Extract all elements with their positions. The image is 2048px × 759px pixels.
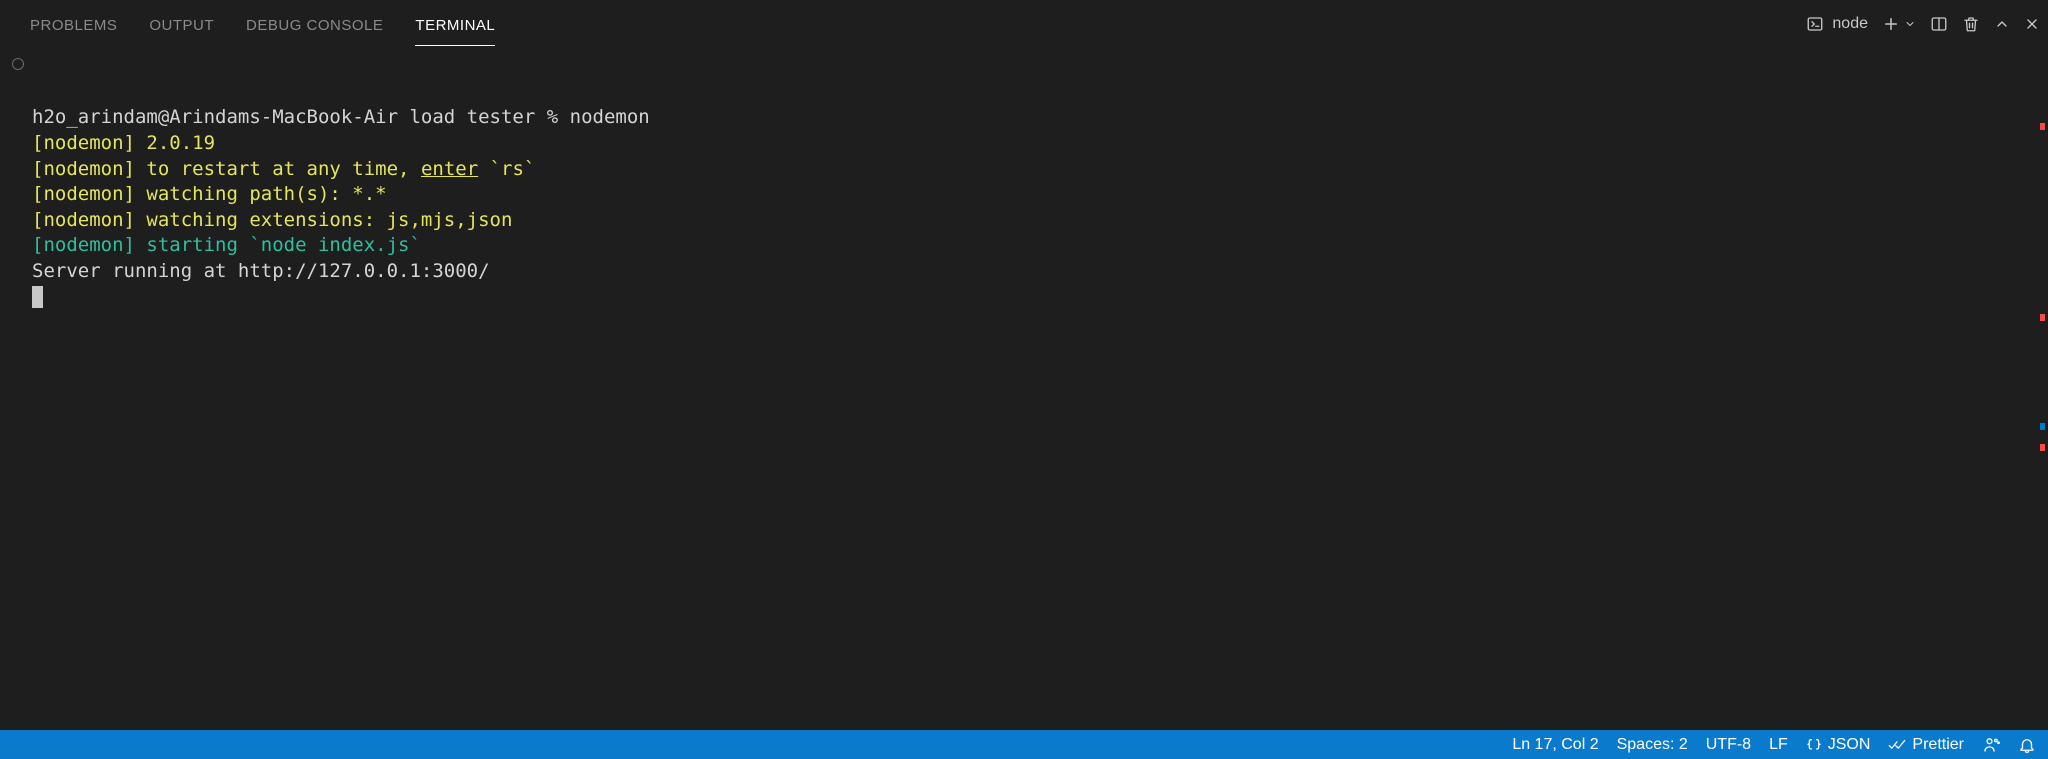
terminal-profile-label: node — [1832, 15, 1868, 33]
kill-terminal-button[interactable] — [1962, 15, 1980, 33]
status-bar: Ln 17, Col 2 Spaces: 2 UTF-8 LF JSON Pre… — [0, 730, 2048, 759]
status-encoding[interactable]: UTF-8 — [1706, 736, 1751, 754]
overview-mark — [2040, 314, 2045, 321]
braces-icon — [1806, 737, 1822, 753]
panel-close-button[interactable] — [2024, 16, 2040, 32]
prettier-check-icon — [1888, 738, 1906, 752]
tab-terminal[interactable]: TERMINAL — [415, 3, 495, 46]
panel-header: PROBLEMS OUTPUT DEBUG CONSOLE TERMINAL n… — [0, 0, 2048, 48]
status-cursor-position[interactable]: Ln 17, Col 2 — [1512, 736, 1598, 754]
terminal-output[interactable]: h2o_arindam@Arindams-MacBook-Air load te… — [0, 48, 2048, 730]
new-terminal-button[interactable] — [1882, 15, 1900, 33]
overview-ruler — [2039, 48, 2045, 730]
nodemon-version-line: [nodemon] 2.0.19 — [32, 132, 215, 154]
feedback-icon — [1982, 736, 2000, 754]
terminal-actions: node — [1806, 15, 2040, 33]
tab-debug-console[interactable]: DEBUG CONSOLE — [246, 3, 383, 46]
status-formatter-label: Prettier — [1912, 736, 1964, 754]
overview-mark — [2040, 444, 2045, 451]
status-indentation[interactable]: Spaces: 2 — [1617, 736, 1688, 754]
panel-maximize-button[interactable] — [1994, 16, 2010, 32]
overview-mark — [2040, 423, 2045, 430]
status-feedback-button[interactable] — [1982, 736, 2000, 754]
terminal-cursor — [32, 286, 43, 308]
nodemon-paths-line: [nodemon] watching path(s): *.* — [32, 183, 387, 205]
overview-mark — [2040, 123, 2045, 130]
status-language-label: JSON — [1828, 736, 1871, 754]
status-notifications-button[interactable] — [2018, 736, 2036, 754]
split-terminal-button[interactable] — [1930, 15, 1948, 33]
terminal-profile-icon — [1806, 15, 1824, 33]
nodemon-extensions-line: [nodemon] watching extensions: js,mjs,js… — [32, 209, 512, 231]
bell-icon — [2018, 736, 2036, 754]
nodemon-starting-line: [nodemon] starting `node index.js` — [32, 234, 421, 256]
status-language[interactable]: JSON — [1806, 736, 1871, 754]
new-terminal-dropdown[interactable] — [1904, 18, 1916, 30]
tab-problems[interactable]: PROBLEMS — [30, 3, 117, 46]
status-eol[interactable]: LF — [1769, 736, 1788, 754]
terminal-prompt-line: h2o_arindam@Arindams-MacBook-Air load te… — [32, 106, 650, 128]
panel-tabs: PROBLEMS OUTPUT DEBUG CONSOLE TERMINAL — [30, 3, 495, 46]
terminal-profile[interactable]: node — [1806, 15, 1868, 33]
server-running-line: Server running at http://127.0.0.1:3000/ — [32, 260, 490, 282]
nodemon-restart-line: [nodemon] to restart at any time, enter … — [32, 158, 535, 180]
shell-status-indicator — [12, 58, 24, 70]
tab-output[interactable]: OUTPUT — [149, 3, 214, 46]
status-formatter[interactable]: Prettier — [1888, 736, 1964, 754]
